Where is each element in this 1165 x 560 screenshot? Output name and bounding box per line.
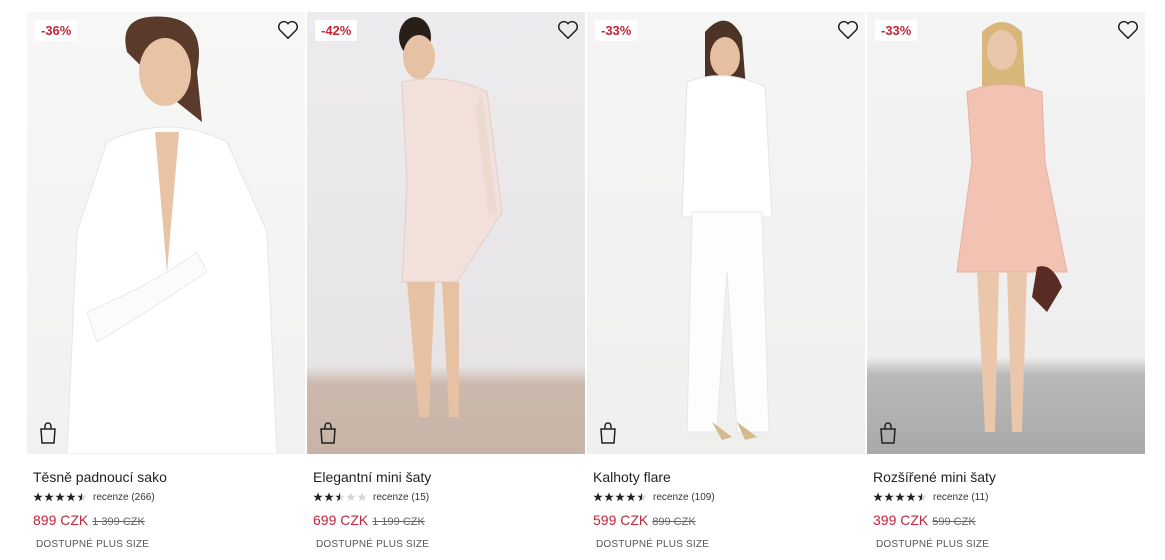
original-price: 1 199 CZK <box>372 516 425 528</box>
product-rating: recenze (15) <box>313 491 429 503</box>
current-price: 399 CZK <box>873 512 929 528</box>
product-rating: recenze (11) <box>873 491 988 503</box>
star-icon <box>873 492 883 502</box>
heart-icon[interactable] <box>1117 20 1139 40</box>
original-price: 599 CZK <box>932 516 976 528</box>
heart-icon[interactable] <box>837 20 859 40</box>
product-price: 699 CZK 1 199 CZK <box>313 512 425 528</box>
plus-size-tag: DOSTUPNÉ PLUS SIZE <box>876 539 990 550</box>
plus-size-tag: DOSTUPNÉ PLUS SIZE <box>36 539 150 550</box>
product-image[interactable]: -33% <box>867 12 1145 454</box>
shopping-bag-icon[interactable] <box>39 422 57 444</box>
product-name[interactable]: Rozšířené mini šaty <box>873 469 996 485</box>
product-rating: recenze (266) <box>33 491 155 503</box>
discount-badge: -33% <box>875 20 918 41</box>
star-icon <box>884 492 894 502</box>
model-photo <box>66 16 278 454</box>
model-photo <box>681 20 773 440</box>
star-icon <box>895 492 905 502</box>
star-rating <box>313 492 367 502</box>
star-icon <box>313 492 323 502</box>
shopping-bag-icon[interactable] <box>879 422 897 444</box>
original-price: 899 CZK <box>652 516 696 528</box>
star-icon <box>917 492 927 502</box>
discount-badge: -36% <box>35 20 78 41</box>
product-price: 399 CZK 599 CZK <box>873 512 976 528</box>
product-image[interactable]: -33% <box>587 12 865 454</box>
review-count[interactable]: recenze (11) <box>933 492 988 503</box>
star-icon <box>615 492 625 502</box>
product-card[interactable]: -33% Rozšířené mini šaty recenze (11) 39… <box>867 12 1145 560</box>
star-icon <box>33 492 43 502</box>
review-count[interactable]: recenze (266) <box>93 492 155 503</box>
shopping-bag-icon[interactable] <box>319 422 337 444</box>
product-price: 599 CZK 899 CZK <box>593 512 696 528</box>
star-icon <box>626 492 636 502</box>
star-icon <box>346 492 356 502</box>
star-icon <box>324 492 334 502</box>
product-card[interactable]: -36% Těsně padnoucí sako recenze (266) 8… <box>27 12 305 560</box>
current-price: 699 CZK <box>313 512 369 528</box>
review-count[interactable]: recenze (109) <box>653 492 715 503</box>
star-icon <box>593 492 603 502</box>
discount-badge: -33% <box>595 20 638 41</box>
star-rating <box>873 492 927 502</box>
star-rating <box>593 492 647 502</box>
product-name[interactable]: Kalhoty flare <box>593 469 671 485</box>
discount-badge: -42% <box>315 20 358 41</box>
star-icon <box>55 492 65 502</box>
star-rating <box>33 492 87 502</box>
model-photo <box>956 22 1068 432</box>
star-icon <box>77 492 87 502</box>
star-icon <box>604 492 614 502</box>
review-count[interactable]: recenze (15) <box>373 492 429 503</box>
model-photo <box>399 17 503 417</box>
star-icon <box>357 492 367 502</box>
product-image[interactable]: -42% <box>307 12 585 454</box>
star-icon <box>335 492 345 502</box>
star-icon <box>637 492 647 502</box>
product-card[interactable]: -33% Kalhoty flare recenze (109) 599 CZK… <box>587 12 865 560</box>
star-icon <box>44 492 54 502</box>
current-price: 599 CZK <box>593 512 649 528</box>
product-image[interactable]: -36% <box>27 12 305 454</box>
plus-size-tag: DOSTUPNÉ PLUS SIZE <box>596 539 710 550</box>
star-icon <box>906 492 916 502</box>
shopping-bag-icon[interactable] <box>599 422 617 444</box>
product-grid: -36% Těsně padnoucí sako recenze (266) 8… <box>27 12 1145 560</box>
current-price: 899 CZK <box>33 512 89 528</box>
plus-size-tag: DOSTUPNÉ PLUS SIZE <box>316 539 430 550</box>
star-icon <box>66 492 76 502</box>
product-card[interactable]: -42% Elegantní mini šaty recenze (15) 69… <box>307 12 585 560</box>
product-name[interactable]: Těsně padnoucí sako <box>33 469 167 485</box>
heart-icon[interactable] <box>277 20 299 40</box>
heart-icon[interactable] <box>557 20 579 40</box>
original-price: 1 399 CZK <box>92 516 145 528</box>
product-price: 899 CZK 1 399 CZK <box>33 512 145 528</box>
product-name[interactable]: Elegantní mini šaty <box>313 469 431 485</box>
product-rating: recenze (109) <box>593 491 715 503</box>
